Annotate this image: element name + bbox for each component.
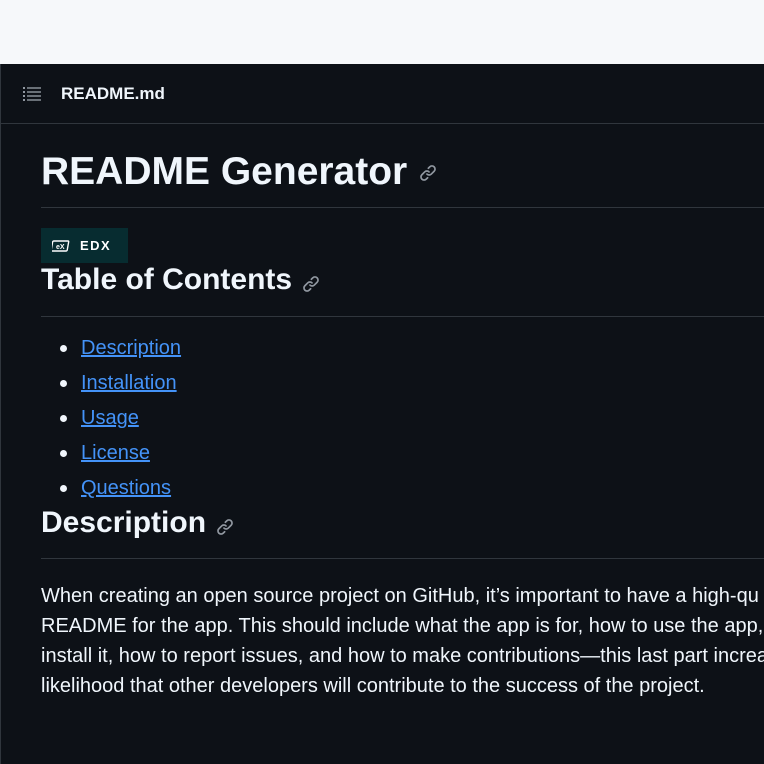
toc-list: Description Installation Usage License Q… xyxy=(41,331,764,506)
svg-text:eX: eX xyxy=(56,244,65,251)
description-line: likelihood that other developers will co… xyxy=(41,675,705,697)
readme-content: README Generator eX EDX Table of Content… xyxy=(1,124,764,701)
toc-anchor-link[interactable] xyxy=(302,275,320,293)
readme-panel: README.md README Generator eX EDX Table … xyxy=(0,64,764,764)
file-header: README.md xyxy=(1,64,764,124)
toc-item: Installation xyxy=(41,366,764,401)
description-line: When creating an open source project on … xyxy=(41,585,759,607)
toc-item: Usage xyxy=(41,401,764,436)
toc-item: Questions xyxy=(41,471,764,506)
toc-heading: Table of Contents xyxy=(41,263,764,317)
description-line: README for the app. This should include … xyxy=(41,615,764,637)
title-anchor-link[interactable] xyxy=(419,164,437,182)
toc-link-description[interactable]: Description xyxy=(81,337,181,360)
description-heading-text: Description xyxy=(41,506,207,539)
outline-toggle-button[interactable] xyxy=(21,83,43,105)
toc-link-usage[interactable]: Usage xyxy=(81,407,139,430)
readme-title-text: README Generator xyxy=(41,150,408,193)
link-icon xyxy=(420,165,437,181)
page-top-strip xyxy=(0,0,764,64)
toc-item: License xyxy=(41,436,764,471)
badge-label: EDX xyxy=(80,238,112,253)
toc-heading-text: Table of Contents xyxy=(41,263,293,296)
toc-item: Description xyxy=(41,331,764,366)
link-icon xyxy=(217,519,233,535)
link-icon xyxy=(303,276,319,292)
description-paragraph: When creating an open source project on … xyxy=(41,581,764,701)
toc-link-installation[interactable]: Installation xyxy=(81,372,177,395)
toc-link-questions[interactable]: Questions xyxy=(81,477,171,500)
list-icon xyxy=(23,86,41,101)
description-line: install it, how to report issues, and ho… xyxy=(41,645,764,667)
toc-link-license[interactable]: License xyxy=(81,442,150,465)
readme-title: README Generator xyxy=(41,124,764,208)
description-heading: Description xyxy=(41,506,764,559)
description-anchor-link[interactable] xyxy=(216,518,234,536)
edx-logo-icon: eX xyxy=(52,239,70,252)
file-name: README.md xyxy=(61,83,165,103)
edx-badge[interactable]: eX EDX xyxy=(41,228,128,263)
